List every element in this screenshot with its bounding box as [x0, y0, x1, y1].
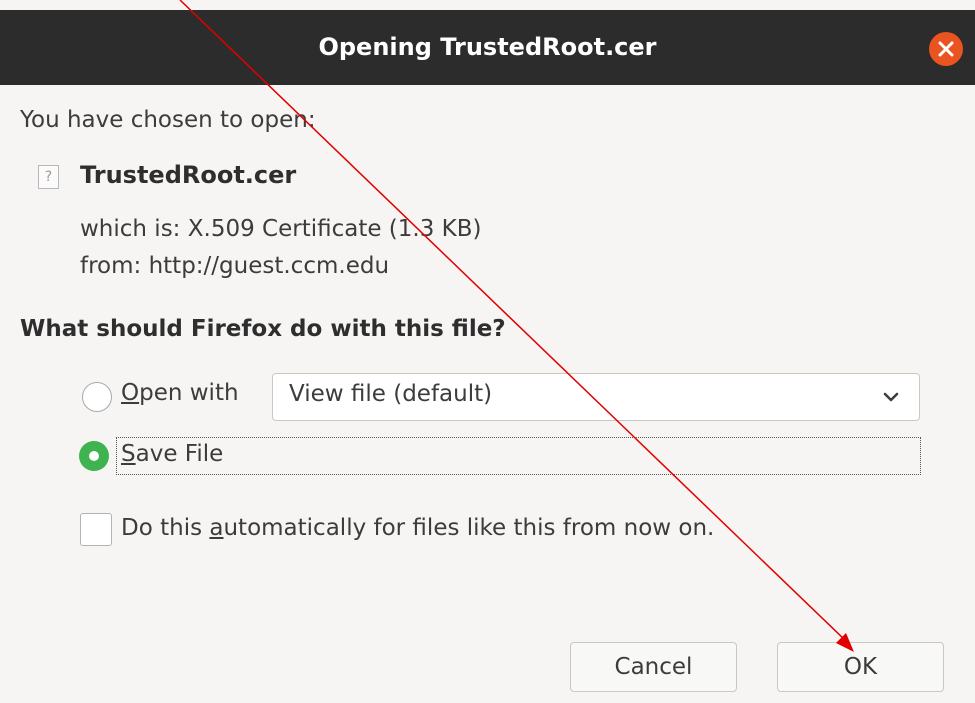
save-file-radio[interactable] — [79, 441, 109, 471]
open-with-selected-value: View file (default) — [289, 381, 493, 407]
open-with-radio[interactable] — [82, 382, 112, 412]
open-with-mnemonic: O — [121, 380, 140, 406]
chevron-down-icon — [883, 392, 899, 402]
close-button[interactable] — [929, 32, 963, 66]
close-icon — [938, 41, 954, 57]
dialog-title: Opening TrustedRoot.cer — [318, 33, 657, 61]
auto-action-label-after: utomatically for files like this from no… — [223, 515, 715, 541]
save-file-label[interactable]: Save File — [121, 441, 223, 467]
save-file-mnemonic: S — [121, 441, 136, 467]
file-source: from: http://guest.ccm.edu — [80, 253, 390, 279]
title-bar: Opening TrustedRoot.cer — [0, 10, 975, 85]
chosen-label: You have chosen to open: — [20, 107, 316, 133]
ok-button[interactable]: OK — [777, 642, 944, 692]
save-file-focus-ring — [116, 437, 921, 475]
file-name: TrustedRoot.cer — [80, 161, 297, 189]
auto-action-mnemonic: a — [209, 515, 224, 541]
annotation-arrow — [179, 0, 854, 652]
auto-action-label-before: Do this — [121, 515, 210, 541]
open-with-label-rest: pen with — [139, 380, 239, 406]
cancel-button[interactable]: Cancel — [570, 642, 737, 692]
open-with-dropdown[interactable]: View file (default) — [272, 373, 920, 421]
auto-action-label[interactable]: Do this automatically for files like thi… — [121, 515, 714, 541]
action-question: What should Firefox do with this file? — [20, 316, 506, 342]
save-file-label-rest: ave File — [135, 441, 224, 467]
download-dialog: Opening TrustedRoot.cer You have chosen … — [0, 0, 975, 703]
auto-action-checkbox[interactable] — [80, 513, 112, 546]
file-type-info: which is: X.509 Certificate (1.3 KB) — [80, 216, 482, 242]
unknown-file-icon: ? — [38, 165, 59, 189]
open-with-label[interactable]: Open with — [121, 380, 239, 406]
radio-selected-dot — [89, 451, 99, 461]
